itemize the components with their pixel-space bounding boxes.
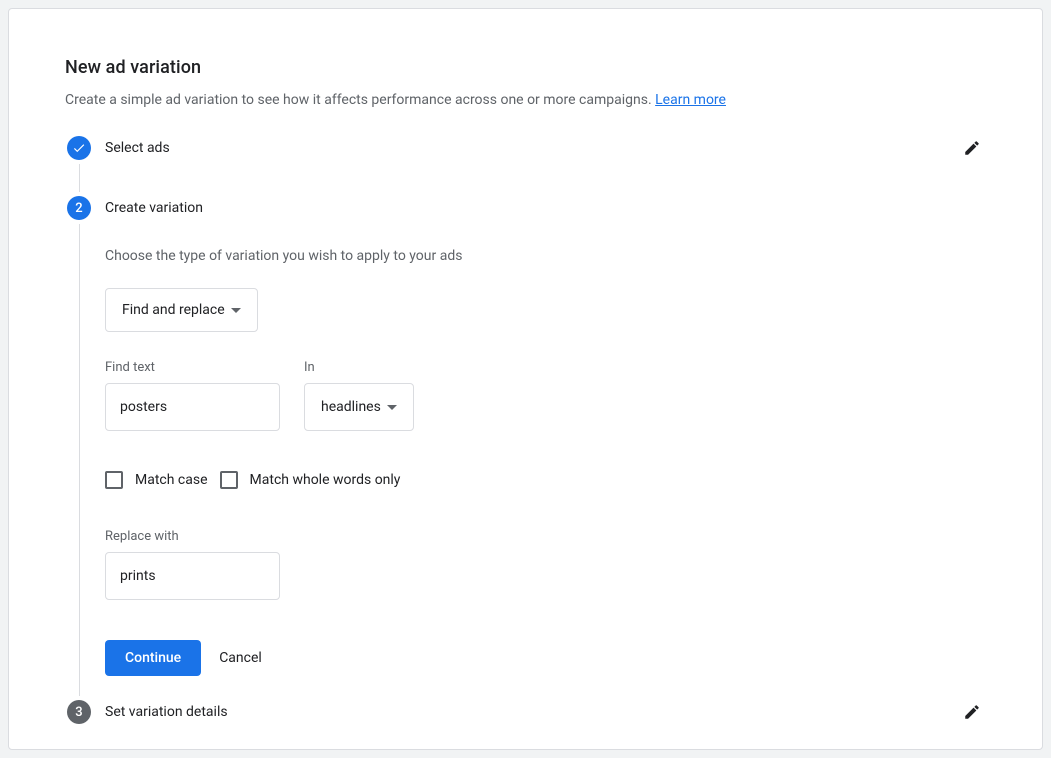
new-ad-variation-card: New ad variation Create a simple ad vari… (8, 8, 1043, 750)
checkbox-box (105, 471, 123, 489)
in-label: In (304, 360, 414, 375)
step-number-3: 3 (67, 700, 91, 724)
step-completed-icon (67, 136, 91, 160)
step-create-variation-title: Create variation (105, 200, 203, 216)
replace-with-input[interactable] (105, 552, 280, 600)
edit-select-ads-button[interactable] (958, 134, 986, 162)
chevron-down-icon (387, 405, 397, 410)
chevron-down-icon (231, 308, 241, 313)
step-set-details: 3 Set variation details (65, 700, 986, 724)
page-title: New ad variation (65, 57, 986, 78)
step-create-variation: 2 Create variation Choose the type of va… (65, 196, 986, 700)
step-set-details-title: Set variation details (105, 704, 228, 720)
create-variation-content: Choose the type of variation you wish to… (105, 220, 986, 676)
match-case-checkbox[interactable]: Match case (105, 471, 208, 489)
pencil-icon (963, 703, 981, 721)
variation-helper-text: Choose the type of variation you wish to… (105, 248, 986, 264)
learn-more-link[interactable]: Learn more (655, 92, 726, 108)
step-connector (79, 164, 80, 192)
step-connector (79, 224, 80, 696)
edit-set-details-button[interactable] (958, 698, 986, 726)
step-number-2: 2 (67, 196, 91, 220)
continue-button[interactable]: Continue (105, 640, 201, 676)
replace-with-label: Replace with (105, 529, 280, 544)
pencil-icon (963, 139, 981, 157)
variation-type-select[interactable]: Find and replace (105, 288, 258, 332)
variation-type-value: Find and replace (122, 302, 225, 318)
page-subtitle-text: Create a simple ad variation to see how … (65, 92, 655, 108)
find-text-label: Find text (105, 360, 280, 375)
page-subtitle: Create a simple ad variation to see how … (65, 92, 986, 108)
find-text-input[interactable] (105, 383, 280, 431)
match-case-label: Match case (135, 472, 208, 488)
step-rail (65, 136, 93, 196)
in-select[interactable]: headlines (304, 383, 414, 431)
match-whole-words-label: Match whole words only (250, 472, 401, 488)
check-icon (72, 141, 86, 155)
step-select-ads: Select ads (65, 136, 986, 196)
match-whole-words-checkbox[interactable]: Match whole words only (220, 471, 401, 489)
cancel-button[interactable]: Cancel (219, 650, 262, 666)
step-rail: 3 (65, 700, 93, 724)
checkbox-box (220, 471, 238, 489)
step-rail: 2 (65, 196, 93, 700)
step-select-ads-title: Select ads (105, 140, 170, 156)
in-value: headlines (321, 399, 381, 415)
